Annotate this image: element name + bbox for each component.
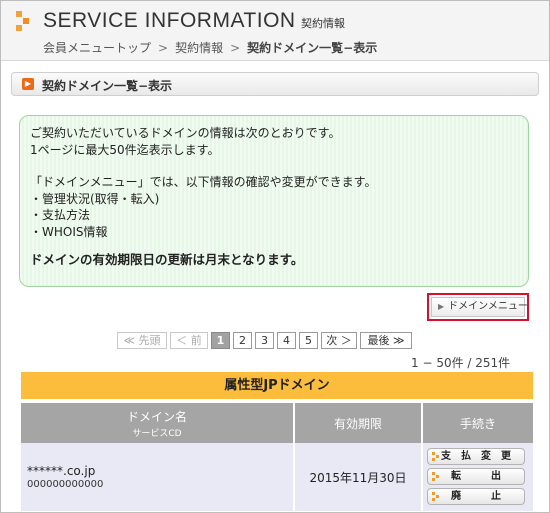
breadcrumb-separator: > [158, 41, 169, 55]
abolish-button[interactable]: 廃 止 [427, 488, 525, 505]
site-subtitle: 契約情報 [301, 17, 345, 30]
domain-cell: ******.co.jp 000000000000 [21, 443, 295, 511]
info-line: ・管理状況(取得・転入) [30, 191, 160, 206]
service-cd: 000000000000 [27, 479, 104, 490]
table-header-row: ドメイン名 サービスCD 有効期限 手続き [21, 403, 533, 443]
header-domain: ドメイン名 サービスCD [21, 403, 295, 443]
pager-page-4[interactable]: 4 [277, 332, 296, 349]
breadcrumb-link-member-top[interactable]: 会員メニュートップ [43, 41, 151, 55]
expiry-date: 2015年11月30日 [295, 443, 423, 511]
table-row: ******.co.jp 000000000000 2015年11月30日 支 … [21, 443, 533, 511]
info-box: ご契約いただいているドメインの情報は次のとおりです。 1ページに最大50件迄表示… [19, 115, 529, 287]
header-expiry: 有効期限 [295, 403, 423, 443]
pager-next-button[interactable]: 次 ＞ [321, 332, 357, 349]
pager-page-5[interactable]: 5 [299, 332, 318, 349]
info-line: 「ドメインメニュー」では、以下情報の確認や変更ができます。 [30, 175, 377, 189]
page-frame: SERVICE INFORMATION 契約情報 会員メニュートップ > 契約情報 >… [0, 0, 550, 513]
transfer-out-label: 転 出 [451, 471, 501, 482]
pager-last-button[interactable]: 最後 ≫ [360, 332, 412, 349]
domain-name: ******.co.jp [27, 464, 96, 478]
orange-squares-icon [432, 472, 441, 481]
breadcrumb-link-contract-info[interactable]: 契約情報 [175, 41, 223, 55]
header-actions: 手続き [423, 403, 533, 443]
pagination: ≪ 先頭 ＜ 前 1 2 3 4 5 次 ＞ 最後 ≫ [117, 332, 412, 349]
orange-squares-icon [432, 492, 441, 501]
pager-prev-button[interactable]: ＜ 前 [170, 332, 208, 349]
expiry-notice: ドメインの有効期限日の更新は月末となります。 [30, 252, 304, 267]
header-domain-label: ドメイン名 [126, 409, 187, 424]
page-heading-bar: ▶ 契約ドメイン一覧−表示 [11, 72, 539, 96]
breadcrumb: 会員メニュートップ > 契約情報 > 契約ドメイン一覧−表示 [43, 39, 377, 56]
payment-change-label: 支 払 変 更 [441, 451, 511, 462]
pager-page-1[interactable]: 1 [211, 332, 230, 349]
info-line: ・WHOIS情報 [30, 224, 108, 239]
logo-squares-icon [16, 11, 36, 31]
actions-cell: 支 払 変 更 転 出 廃 止 [423, 443, 533, 511]
abolish-label: 廃 止 [451, 491, 501, 502]
info-line: 1ページに最大50件迄表示します。 [30, 142, 220, 157]
result-count: 1 − 50件 / 251件 [411, 356, 511, 370]
header-service-cd-label: サービスCD [132, 428, 182, 439]
heading-bullet-icon: ▶ [22, 78, 34, 90]
site-title: SERVICE INFORMATION [43, 9, 296, 32]
breadcrumb-current: 契約ドメイン一覧−表示 [247, 41, 378, 55]
domain-menu-button[interactable]: ▶ ドメインメニュー [427, 293, 529, 321]
orange-squares-icon [432, 452, 441, 461]
site-header: SERVICE INFORMATION 契約情報 会員メニュートップ > 契約情報 >… [1, 1, 549, 61]
transfer-out-button[interactable]: 転 出 [427, 468, 525, 485]
table-caption: 属性型JPドメイン [21, 372, 533, 399]
info-line: ・支払方法 [30, 208, 91, 222]
play-arrow-icon: ▶ [438, 302, 445, 311]
page-title: 契約ドメイン一覧−表示 [42, 79, 173, 93]
pager-first-button[interactable]: ≪ 先頭 [117, 332, 167, 349]
info-line: ご契約いただいているドメインの情報は次のとおりです。 [30, 126, 341, 140]
payment-change-button[interactable]: 支 払 変 更 [427, 448, 525, 465]
domain-menu-label: ドメインメニュー [448, 301, 528, 312]
domain-table: 属性型JPドメイン ドメイン名 サービスCD 有効期限 手続き ******.c… [21, 372, 533, 511]
pager-page-3[interactable]: 3 [255, 332, 274, 349]
pager-page-2[interactable]: 2 [233, 332, 252, 349]
breadcrumb-separator: > [230, 41, 241, 55]
